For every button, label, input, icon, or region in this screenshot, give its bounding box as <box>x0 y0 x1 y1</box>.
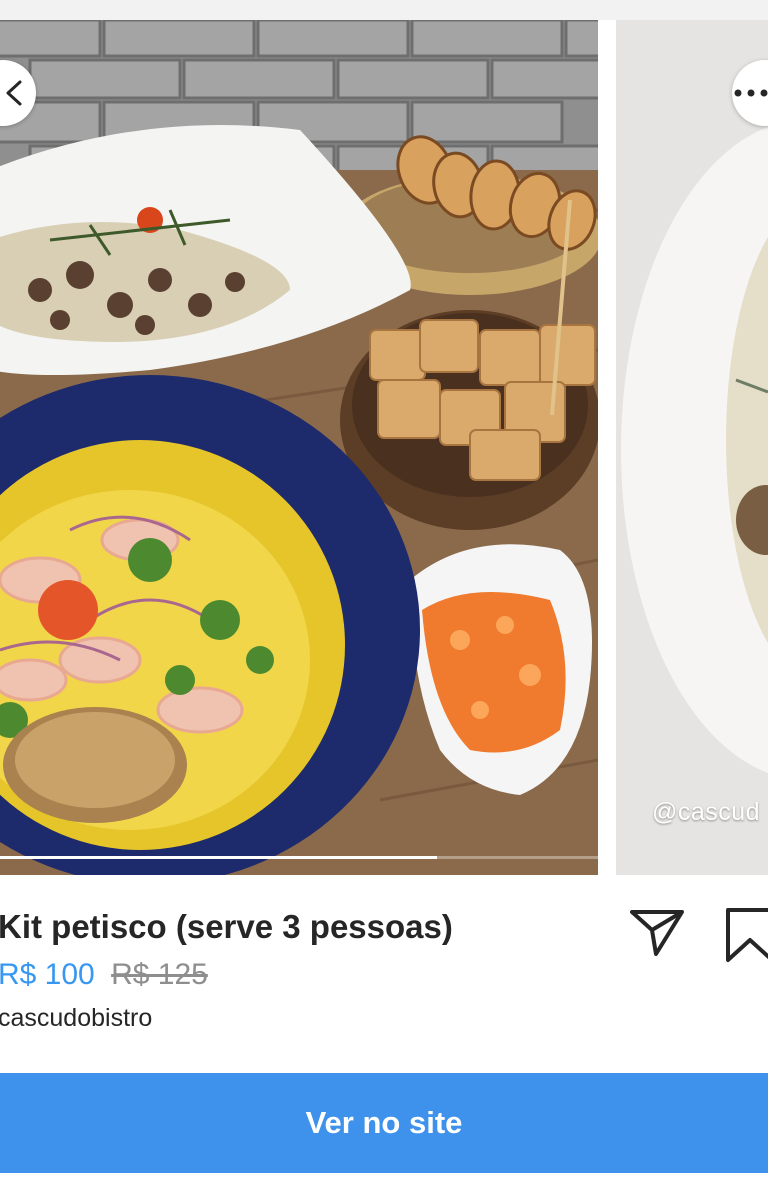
current-price: R$ 100 <box>0 958 95 991</box>
price-row: R$ 100 R$ 125 <box>0 958 208 992</box>
bookmark-icon <box>726 908 768 962</box>
chevron-left-icon <box>6 80 22 106</box>
photo-watermark: @cascud <box>652 798 761 826</box>
seller-name[interactable]: cascudobistro <box>0 1004 152 1033</box>
product-photo-main[interactable] <box>0 20 598 875</box>
save-button[interactable] <box>722 906 768 964</box>
product-image-carousel[interactable]: @cascud <box>0 20 768 875</box>
product-title: Kit petisco (serve 3 pessoas) <box>0 908 453 945</box>
original-price: R$ 125 <box>111 958 208 991</box>
share-button[interactable] <box>628 906 686 960</box>
carousel-progress-fill <box>0 856 437 859</box>
paper-plane-icon <box>630 910 684 956</box>
status-bar-area <box>0 0 768 20</box>
view-on-site-button[interactable]: Ver no site <box>0 1073 768 1173</box>
more-horizontal-icon <box>734 89 768 97</box>
product-photo-next[interactable] <box>616 20 768 875</box>
